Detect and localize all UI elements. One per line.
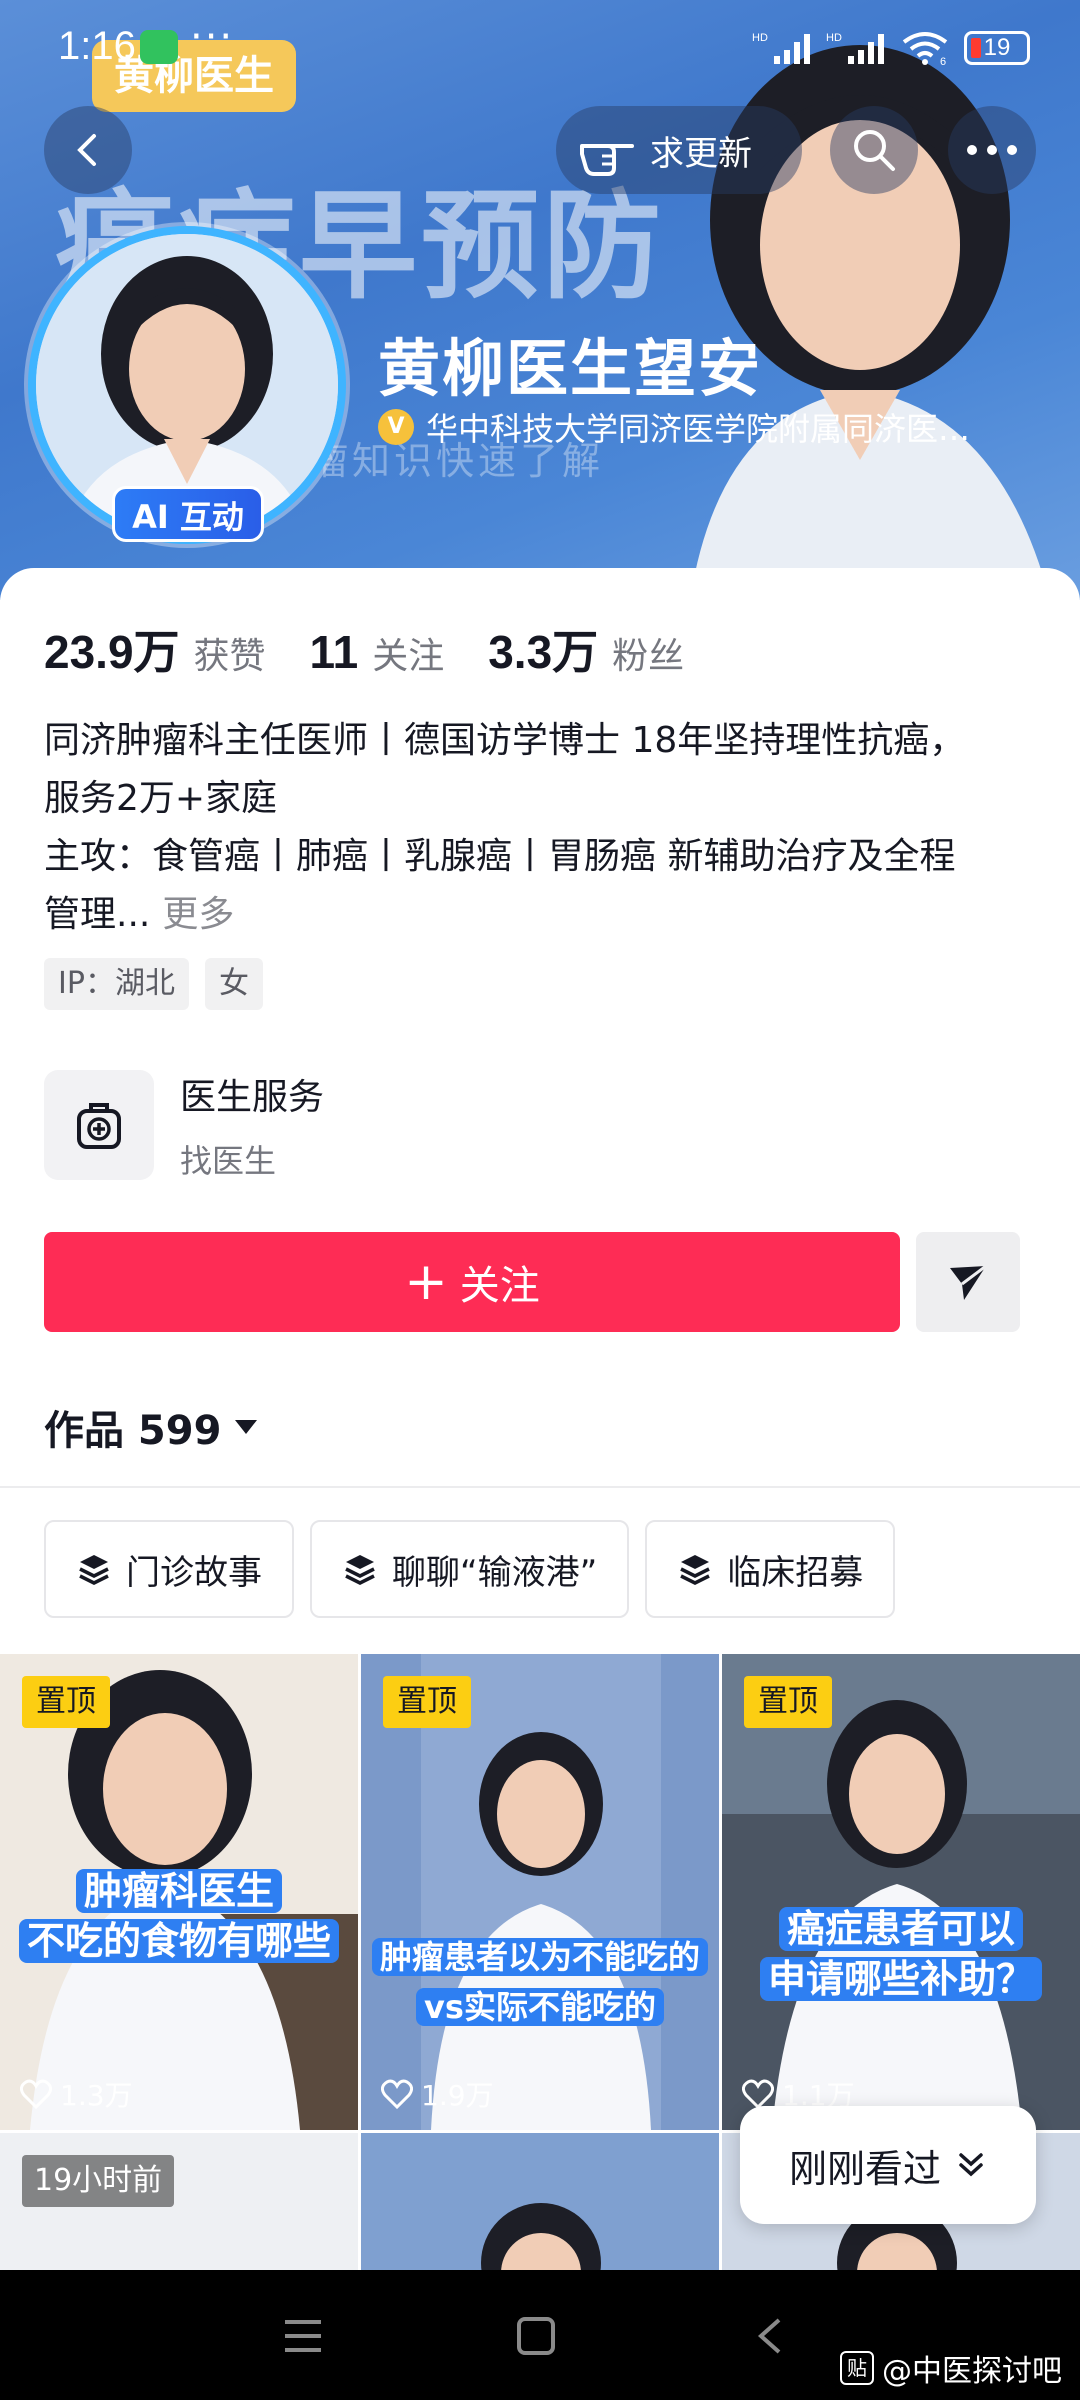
status-icons: HD HD 6 19 xyxy=(752,30,1030,66)
svg-text:HD: HD xyxy=(752,32,768,44)
post-time-badge: 19小时前 xyxy=(22,2155,175,2207)
video-thumbnail[interactable]: 置顶 肿瘤患者以为不能吃的 vs实际不能吃的 1.9万 xyxy=(361,1654,719,2130)
signal-icon: HD xyxy=(752,32,810,64)
plus-icon: + xyxy=(404,1252,448,1312)
status-time: 1:16 xyxy=(58,24,136,68)
caret-down-icon xyxy=(235,1420,258,1434)
profile-tags: IP：湖北 女 xyxy=(44,958,263,1010)
home-square-icon xyxy=(517,2317,555,2355)
home-button[interactable] xyxy=(506,2306,566,2366)
profile-stats: 23.9万 获赞 11 关注 3.3万 粉丝 xyxy=(44,616,728,682)
works-tab[interactable]: 作品 599 xyxy=(44,1398,259,1456)
video-thumbnail[interactable]: 置顶 癌症患者可以 申请哪些补助？ 1.1万 xyxy=(722,1654,1080,2130)
recently-viewed-label: 刚刚看过 xyxy=(788,2146,941,2191)
likes-count: 23.9万 xyxy=(44,626,180,678)
following-label[interactable]: 关注 xyxy=(372,627,444,679)
follow-label: 关注 xyxy=(459,1263,540,1309)
profile-name: 黄柳医生望安 xyxy=(378,332,763,405)
bio-line: 同济肿瘤科主任医师丨德国访学博士 18年坚持理性抗癌， xyxy=(44,720,966,761)
recent-apps-button[interactable] xyxy=(273,2306,333,2366)
search-button[interactable] xyxy=(830,106,918,194)
collection-label: 门诊故事 xyxy=(126,1552,262,1593)
double-chevron-down-icon xyxy=(959,2153,983,2177)
paper-plane-icon xyxy=(950,1264,987,1300)
collection-label: 临床招募 xyxy=(727,1552,864,1593)
divider xyxy=(0,1486,1080,1488)
send-message-button[interactable] xyxy=(916,1232,1020,1332)
bio-line: 服务2万+家庭 xyxy=(44,778,278,819)
wechat-icon xyxy=(140,30,178,64)
layers-icon xyxy=(79,1555,109,1585)
collection-label: 聊聊“输液港” xyxy=(392,1552,598,1593)
heart-icon xyxy=(20,2079,52,2109)
works-label: 作品 599 xyxy=(44,1408,222,1454)
system-back-button[interactable] xyxy=(740,2306,800,2366)
bio-line: 管理... 更多 xyxy=(44,894,235,935)
svg-text:HD: HD xyxy=(826,32,842,44)
likes-label: 获赞 xyxy=(193,636,266,677)
followers-label[interactable]: 粉丝 xyxy=(612,627,684,679)
request-update-label: 求更新 xyxy=(650,133,752,174)
back-button[interactable] xyxy=(44,106,132,194)
tieba-logo-icon: 贴 xyxy=(840,2351,874,2385)
system-navigation-bar: 贴 @中医探讨吧 xyxy=(0,2270,1080,2400)
verification-row[interactable]: V 华中科技大学同济医学院附属同济医… xyxy=(378,404,970,450)
watermark: 贴 @中医探讨吧 xyxy=(840,2346,1062,2390)
video-likes: 1.9万 xyxy=(381,2074,494,2114)
medical-kit-icon xyxy=(44,1070,154,1180)
more-options-button[interactable] xyxy=(948,106,1036,194)
heart-icon xyxy=(381,2079,413,2109)
profile-content: 23.9万 获赞 11 关注 3.3万 粉丝 同济肿瘤科主任医师丨德国访学博士 … xyxy=(0,568,1080,2273)
video-thumbnail[interactable] xyxy=(361,2133,719,2273)
verification-text: 华中科技大学同济医学院附属同济医… xyxy=(426,410,971,448)
collection-chip[interactable]: 聊聊“输液港” xyxy=(310,1520,630,1618)
battery-icon: 19 xyxy=(964,31,1030,65)
svg-text:6: 6 xyxy=(940,56,946,66)
watermark-text: @中医探讨吧 xyxy=(882,2354,1062,2389)
bio-more-link[interactable]: 更多 xyxy=(162,894,234,935)
video-caption: 癌症患者可以 申请哪些补助？ xyxy=(722,1904,1080,2004)
profile-bio: 同济肿瘤科主任医师丨德国访学博士 18年坚持理性抗癌， 服务2万+家庭 主攻：食… xyxy=(44,712,1044,944)
gender-tag: 女 xyxy=(204,958,263,1010)
recently-viewed-button[interactable]: 刚刚看过 xyxy=(740,2106,1036,2224)
bio-line: 主攻：食管癌丨肺癌丨乳腺癌丨胃肠癌 新辅助治疗及全程 xyxy=(44,836,956,877)
video-thumbnail[interactable]: 置顶 肿瘤科医生 不吃的食物有哪些 1.3万 xyxy=(0,1654,358,2130)
doctor-service-entry[interactable]: 医生服务 找医生 xyxy=(44,1068,324,1182)
video-likes: 1.3万 xyxy=(20,2074,133,2114)
ai-interact-badge[interactable]: AI 互动 xyxy=(112,486,264,542)
chevron-left-icon xyxy=(757,2318,781,2354)
following-count[interactable]: 11 xyxy=(310,625,359,679)
ip-location-tag: IP：湖北 xyxy=(44,958,189,1010)
video-caption: 肿瘤科医生 不吃的食物有哪些 xyxy=(0,1866,358,1966)
wifi-icon: 6 xyxy=(902,32,948,66)
status-bar: 1:16 ··· HD HD 6 19 xyxy=(0,0,1080,96)
menu-icon xyxy=(285,2320,321,2352)
followers-count[interactable]: 3.3万 xyxy=(488,616,598,682)
collection-chip[interactable]: 临床招募 xyxy=(645,1520,896,1618)
service-title: 医生服务 xyxy=(180,1077,325,1118)
request-update-button[interactable]: 求更新 xyxy=(556,106,802,194)
video-thumbnail[interactable]: 19小时前 xyxy=(0,2133,358,2273)
collections-row: 门诊故事 聊聊“输液港” 临床招募 xyxy=(44,1520,896,1618)
verified-badge-icon: V xyxy=(378,409,414,445)
more-dots-icon xyxy=(967,145,1017,155)
video-thumbnail-image xyxy=(481,2203,601,2273)
service-subtitle: 找医生 xyxy=(180,1142,277,1180)
signal-icon-2: HD xyxy=(826,32,884,64)
chevron-left-icon xyxy=(77,134,96,166)
pinned-badge: 置顶 xyxy=(744,1676,832,1728)
layers-icon xyxy=(680,1555,711,1585)
pinned-badge: 置顶 xyxy=(22,1676,110,1728)
more-notifications-icon: ··· xyxy=(190,14,235,60)
layers-icon xyxy=(345,1555,375,1585)
search-icon xyxy=(854,130,895,171)
video-caption: 肿瘤患者以为不能吃的 vs实际不能吃的 xyxy=(361,1932,719,2032)
follow-button[interactable]: + 关注 xyxy=(44,1232,900,1332)
pinned-badge: 置顶 xyxy=(383,1676,471,1728)
collection-chip[interactable]: 门诊故事 xyxy=(44,1520,294,1618)
heart-icon xyxy=(742,2079,774,2109)
pointing-hand-icon xyxy=(580,144,634,176)
